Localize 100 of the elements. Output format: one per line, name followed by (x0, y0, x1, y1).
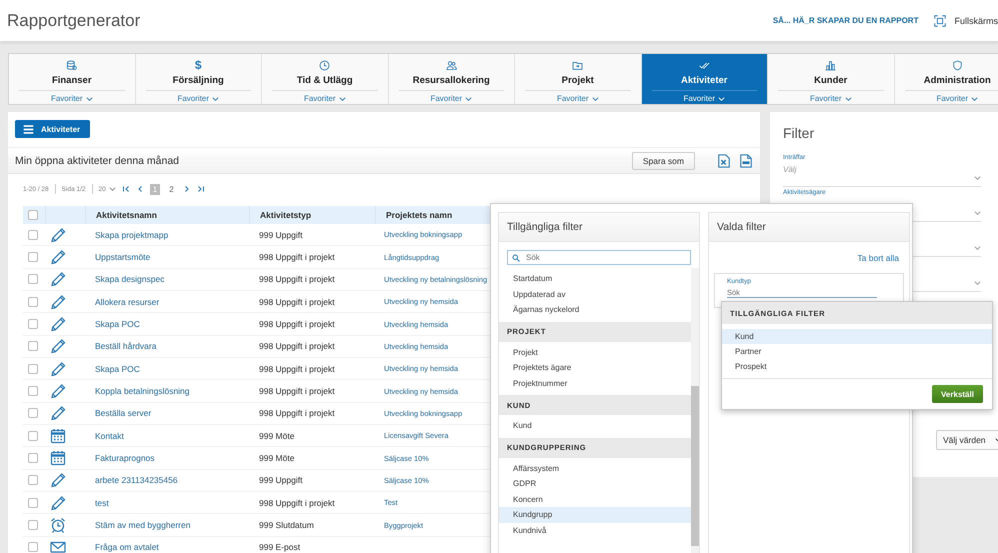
menu-icon (23, 124, 34, 134)
last-page-icon (196, 185, 205, 193)
row-checkbox[interactable] (28, 542, 38, 552)
pencil-icon (50, 226, 66, 243)
filter-option[interactable]: Koncern (499, 492, 691, 507)
activity-link[interactable]: Koppla betalningslösning (85, 386, 249, 396)
table-cell-text: 999 Möte (258, 430, 296, 441)
pencil-icon (50, 271, 66, 288)
choose-values-dropdown[interactable]: Välj värden (936, 430, 998, 450)
help-link[interactable]: SÅ... HÄ_R SKAPAR DU EN RAPPORT (772, 16, 918, 25)
pencil-icon (50, 294, 66, 310)
column-header[interactable]: Aktivitetstyp (249, 206, 375, 224)
filter-option[interactable]: Projekt (499, 344, 691, 360)
filter-option[interactable]: Projektets ägare (499, 360, 691, 376)
page-number[interactable]: 2 (166, 184, 177, 194)
row-checkbox[interactable] (28, 319, 38, 330)
filter-option[interactable]: Kundgrupp (499, 507, 691, 522)
favorites-dropdown[interactable]: Favoriter (936, 94, 978, 103)
row-checkbox[interactable] (28, 498, 38, 508)
row-checkbox[interactable] (28, 230, 38, 240)
excel-export-icon (717, 152, 731, 168)
filter-option[interactable]: Kundnivå (499, 522, 691, 538)
pencil-icon (50, 383, 66, 400)
activity-link[interactable]: Skapa designspec (85, 274, 249, 284)
favorites-dropdown[interactable]: Favoriter (177, 94, 220, 103)
calendar-icon (50, 450, 66, 466)
coins-icon (66, 60, 78, 71)
envelope-icon (50, 539, 66, 553)
row-checkbox[interactable] (28, 364, 38, 374)
column-header[interactable]: Aktivitetsnamn (85, 206, 249, 224)
table-cell-text: 999 Uppgift (258, 475, 304, 486)
tab[interactable]: Administration Favoriter (894, 54, 998, 104)
csv-export-icon (739, 152, 753, 168)
favorites-dropdown[interactable]: Favoriter (304, 94, 346, 103)
pencil-icon (50, 405, 66, 422)
scrollbar[interactable] (691, 268, 699, 553)
option-item[interactable]: Prospekt (722, 359, 992, 374)
favorites-dropdown[interactable]: Favoriter (556, 94, 599, 103)
activity-link[interactable]: test (85, 498, 249, 508)
row-checkbox[interactable] (28, 520, 38, 530)
activity-link[interactable]: Skapa projektmapp (85, 230, 249, 240)
filter-option[interactable]: Uppdaterad av (499, 286, 691, 302)
table-cell-text: 998 Uppgift i projekt (258, 296, 336, 307)
activity-link[interactable]: Beställa server (85, 408, 249, 418)
row-checkbox[interactable] (28, 408, 38, 418)
pencil-icon (50, 249, 66, 266)
row-checkbox[interactable] (28, 453, 38, 464)
option-item[interactable]: Partner (722, 344, 992, 359)
row-checkbox[interactable] (28, 274, 38, 284)
filter-option[interactable]: GDPR (499, 476, 691, 492)
pencil-icon (50, 338, 66, 354)
row-checkbox[interactable] (28, 296, 38, 307)
filter-option[interactable]: Affärssystem (499, 460, 691, 476)
tab[interactable]: Resursallokering Favoriter (388, 54, 515, 104)
table-cell-text: 998 Uppgift i projekt (258, 319, 336, 330)
menu-button[interactable]: Aktiviteter (15, 120, 90, 138)
checkmarks-icon (698, 60, 710, 71)
app-title: Rapportgenerator (7, 10, 140, 30)
tab[interactable]: Aktiviteter Favoriter (642, 54, 768, 104)
activity-link[interactable]: Allokera resurser (85, 296, 249, 307)
tab[interactable]: $ Försäljning Favoriter (136, 54, 262, 104)
favorites-dropdown[interactable]: Favoriter (683, 94, 726, 103)
option-item[interactable]: Kund (722, 329, 992, 344)
table-cell-text: 998 Uppgift i projekt (258, 274, 336, 284)
row-checkbox[interactable] (28, 430, 38, 441)
row-checkbox[interactable] (28, 341, 38, 352)
filter-option[interactable]: Projektnummer (499, 376, 691, 391)
remove-all-link[interactable]: Ta bort alla (857, 253, 899, 263)
people-icon (446, 60, 457, 71)
table-cell-text: 999 E-post (258, 542, 302, 552)
favorites-dropdown[interactable]: Favoriter (430, 94, 472, 103)
pencil-icon (50, 316, 66, 332)
favorites-dropdown[interactable]: Favoriter (50, 94, 93, 103)
activity-link[interactable]: Stäm av med byggherren (85, 520, 249, 530)
row-checkbox[interactable] (28, 386, 38, 396)
filter-title: Filter (783, 124, 816, 142)
activity-link[interactable]: Skapa POC (85, 319, 249, 330)
row-checkbox[interactable] (28, 475, 38, 486)
activity-link[interactable]: Uppstartsmöte (85, 252, 249, 262)
panel-title: Tillgängliga filter (499, 213, 699, 242)
row-checkbox[interactable] (28, 252, 38, 262)
filter-option[interactable]: Kund (499, 418, 691, 434)
search-field[interactable]: Sök (507, 250, 691, 265)
save-as-button[interactable]: Spara som (632, 152, 695, 170)
fullscreen-button[interactable]: Fullskärms (934, 14, 998, 26)
apply-button[interactable]: Verkställ (932, 385, 983, 403)
activity-link[interactable]: Kontakt (85, 430, 249, 441)
filter-option[interactable]: Startdatum (499, 271, 691, 286)
activity-link[interactable]: Beställ hårdvara (85, 341, 249, 352)
favorites-dropdown[interactable]: Favoriter (810, 94, 852, 103)
activity-link[interactable]: Skapa POC (85, 364, 249, 374)
activity-link[interactable]: arbete 231134235456 (85, 475, 249, 486)
activity-link[interactable]: Fråga om avtalet (85, 542, 249, 552)
table-cell-text: 998 Uppgift i projekt (258, 386, 336, 396)
report-title: Min öppna aktiviteter denna månad (15, 154, 180, 166)
activity-link[interactable]: Fakturaprognos (85, 453, 249, 464)
select-all-checkbox[interactable] (28, 210, 38, 220)
filter-option[interactable]: Ägarnas nyckelord (499, 302, 691, 318)
buildings-icon (825, 60, 836, 71)
next-page-icon (182, 185, 191, 193)
